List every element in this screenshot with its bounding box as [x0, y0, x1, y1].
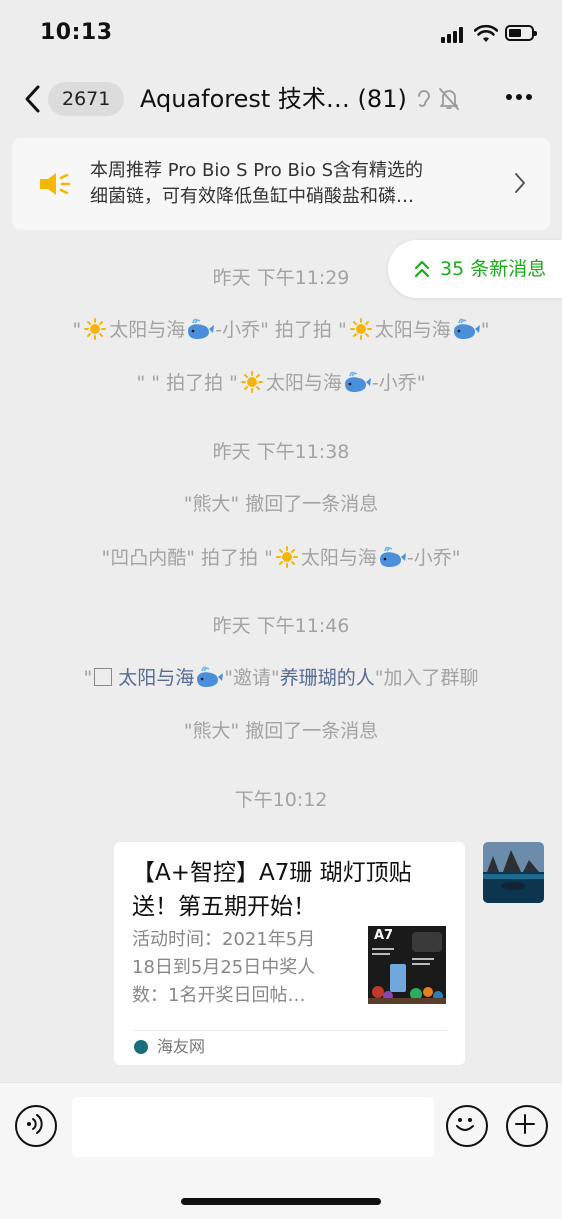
plus-icon	[515, 1114, 535, 1134]
whale-emoji-icon	[197, 666, 224, 687]
avatar-image	[483, 842, 544, 903]
invite-text: "	[83, 667, 93, 689]
voice-input-button[interactable]	[15, 1105, 57, 1147]
back-chevron-icon[interactable]	[22, 83, 44, 115]
speaker-icon	[40, 173, 71, 195]
emoji-button[interactable]	[446, 1105, 488, 1147]
smiley-icon	[456, 1118, 474, 1131]
group-notice-banner[interactable]: 本周推荐 Pro Bio S Pro Bio S含有精选的 细菌链，可有效降低鱼…	[12, 138, 550, 230]
sun-emoji-icon	[84, 318, 107, 340]
card-desc-line: 18日到5月25日中奖人	[132, 957, 316, 978]
sun-emoji-icon	[275, 546, 298, 568]
thumbnail-image	[368, 932, 446, 1004]
recall-message: "熊大" 撤回了一条消息	[183, 493, 379, 515]
link-card-message[interactable]: 【A+智控】A7珊 瑚灯顶贴送！第五期开始！ 活动时间：2021年5月 18日到…	[114, 842, 465, 1065]
voice-icon	[27, 1114, 43, 1134]
status-bar: 10:13	[0, 0, 562, 66]
card-desc-line: 数：1名开奖日回帖…	[132, 985, 306, 1006]
whale-emoji-icon	[188, 318, 215, 339]
battery-icon	[505, 25, 537, 41]
whale-emoji-icon	[379, 546, 406, 567]
sun-emoji-icon	[349, 318, 372, 340]
invite-message: " 太阳与海 "邀请"养珊瑚的人"加入了群聊	[0, 664, 562, 692]
chevron-right-icon	[515, 173, 525, 193]
nickname: 太阳与海	[300, 547, 377, 569]
card-desc-line: 活动时间：2021年5月	[132, 929, 316, 950]
nickname: 太阳与海	[265, 372, 342, 394]
nickname: 太阳与海	[374, 319, 451, 341]
nickname: 太阳与海	[109, 319, 186, 341]
cellular-signal-icon	[441, 27, 467, 43]
pat-message: " " 拍了拍 " 太阳与海 -小乔"	[0, 369, 562, 397]
pat-text: "	[480, 319, 490, 341]
notice-line: 细菌链，可有效降低鱼缸中硝酸盐和磷…	[90, 186, 414, 207]
source-logo-icon	[134, 1040, 148, 1054]
pat-message: "凹凸内酷" 拍了拍 " 太阳与海 -小乔"	[0, 544, 562, 572]
invitee-link[interactable]: 养珊瑚的人	[280, 667, 375, 689]
sun-emoji-icon	[240, 371, 263, 393]
pat-text: -小乔" 拍了拍 "	[215, 319, 347, 341]
mute-bell-icon	[439, 88, 459, 110]
more-functions-button[interactable]	[506, 1105, 548, 1147]
chat-header: 2671 Aquaforest 技术… (81)	[0, 66, 562, 132]
timestamp: 昨天 下午11:38	[212, 441, 350, 463]
card-divider	[132, 1030, 447, 1031]
timestamp: 昨天 下午11:29	[212, 267, 350, 289]
card-title: 【A+智控】A7珊 瑚灯顶贴送！第五期开始！	[132, 860, 412, 920]
chat-title: Aquaforest 技术… (81)	[140, 85, 407, 113]
pat-text: " " 拍了拍 "	[136, 372, 238, 394]
timestamp: 昨天 下午11:46	[212, 615, 350, 637]
message-input[interactable]	[72, 1097, 434, 1157]
card-source: 海友网	[157, 1037, 206, 1056]
inviter-link[interactable]: 太阳与海	[118, 667, 194, 689]
wifi-icon	[474, 24, 498, 42]
pat-text: -小乔"	[371, 372, 426, 394]
avatar[interactable]	[483, 842, 544, 903]
earpiece-icon	[418, 90, 430, 107]
notice-text: 本周推荐 Pro Bio S Pro Bio S含有精选的 细菌链，可有效降低鱼…	[90, 158, 500, 210]
pat-text: "凹凸内酷" 拍了拍 "	[101, 547, 273, 569]
status-time: 10:13	[40, 20, 113, 45]
unread-count-badge[interactable]: 2671	[48, 82, 125, 116]
invite-text: "邀请"	[224, 667, 280, 689]
checkbox-glyph-icon	[94, 668, 113, 686]
card-description: 活动时间：2021年5月 18日到5月25日中奖人 数：1名开奖日回帖…	[132, 926, 352, 1010]
notice-line: 本周推荐 Pro Bio S Pro Bio S含有精选的	[90, 160, 424, 181]
pat-text: -小乔"	[406, 547, 461, 569]
more-options-icon[interactable]	[504, 94, 534, 102]
whale-emoji-icon	[344, 371, 371, 392]
pat-text: "	[72, 319, 82, 341]
whale-emoji-icon	[453, 318, 480, 339]
invite-text: "加入了群聊	[374, 667, 479, 689]
card-thumbnail: A7	[368, 926, 446, 1004]
home-indicator[interactable]	[181, 1198, 381, 1205]
pat-message: " 太阳与海 -小乔" 拍了拍 " 太阳与海 "	[0, 316, 562, 344]
timestamp: 下午10:12	[234, 789, 328, 811]
recall-message: "熊大" 撤回了一条消息	[183, 720, 379, 742]
